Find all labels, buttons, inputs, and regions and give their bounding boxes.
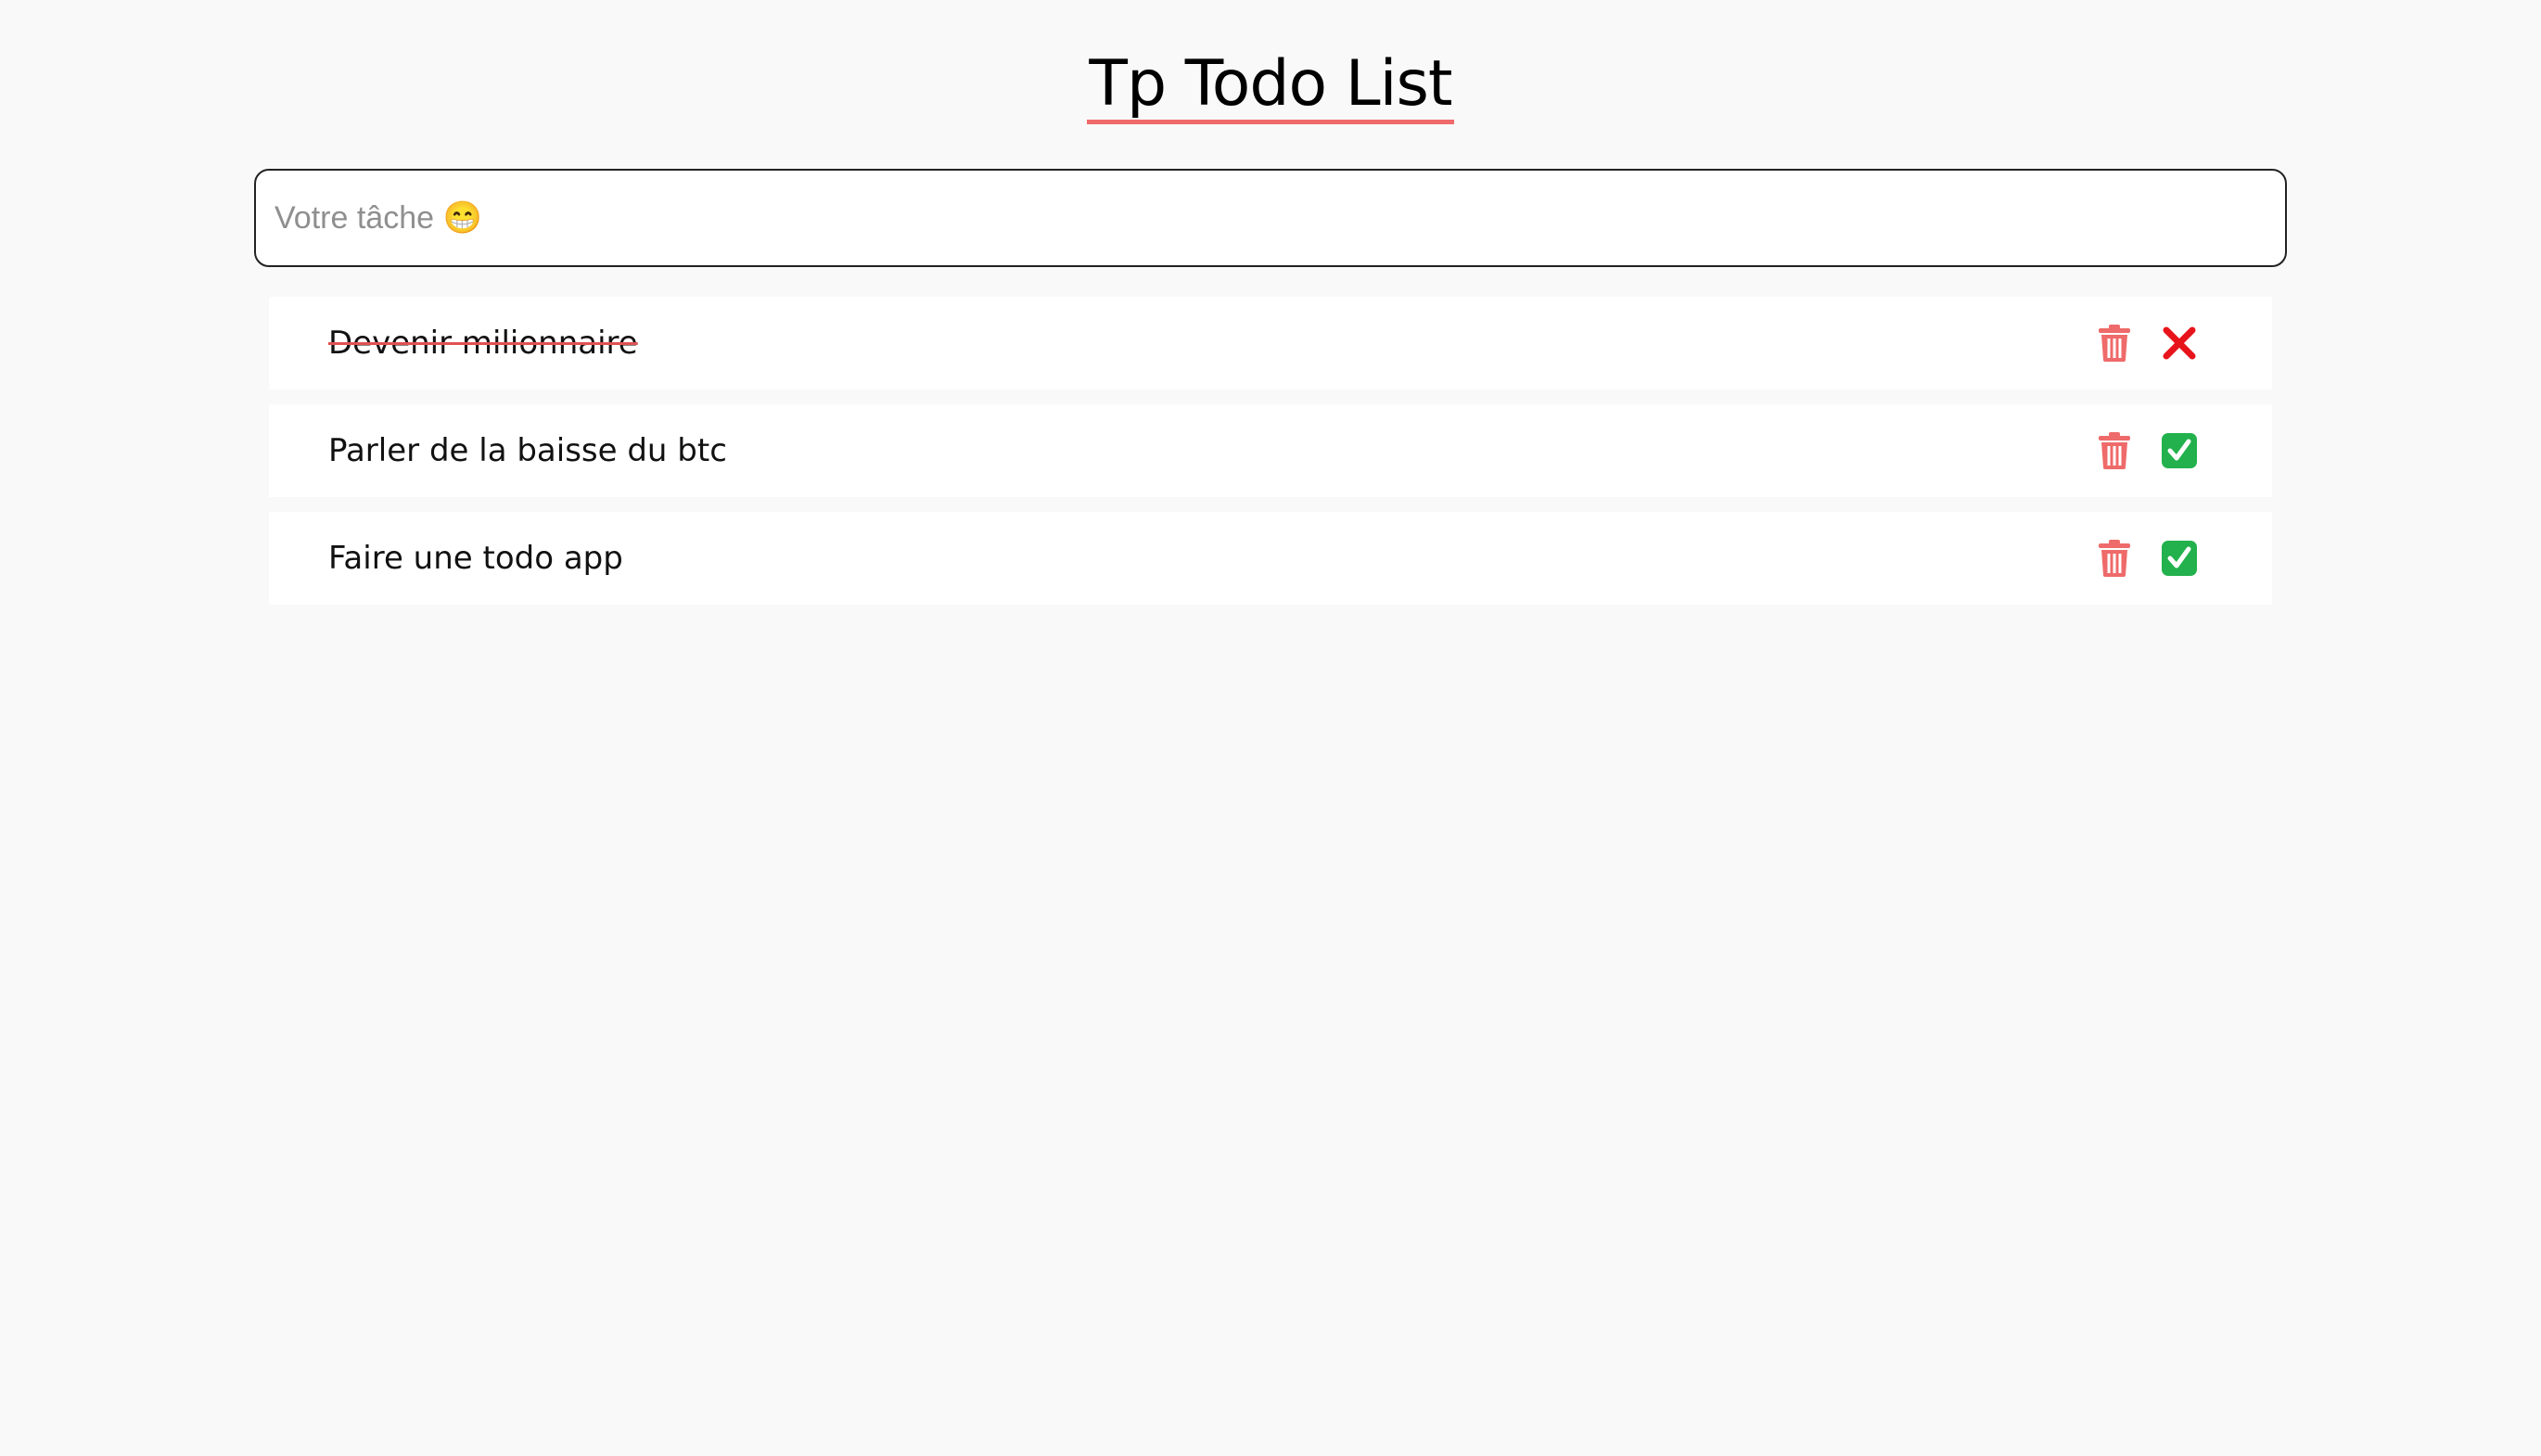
todo-item: Devenir milionnaire: [269, 297, 2272, 390]
todo-actions: [2096, 512, 2198, 605]
todo-text: Devenir milionnaire: [328, 325, 638, 362]
todo-list: Devenir milionnaire Parler de la baisse …: [269, 297, 2272, 619]
trash-icon[interactable]: [2096, 431, 2133, 470]
todo-item: Parler de la baisse du btc: [269, 404, 2272, 497]
todo-text: Faire une todo app: [328, 540, 623, 577]
page-title: Tp Todo List: [0, 43, 2541, 126]
todo-app: Tp Todo List Devenir milionnaire: [0, 0, 2541, 1456]
trash-icon[interactable]: [2096, 324, 2133, 363]
todo-actions: [2096, 297, 2198, 390]
todo-item: Faire une todo app: [269, 512, 2272, 605]
todo-actions: [2096, 404, 2198, 497]
todo-text: Parler de la baisse du btc: [328, 432, 727, 469]
trash-icon[interactable]: [2096, 539, 2133, 578]
cross-icon[interactable]: [2161, 324, 2198, 363]
page-title-text: Tp Todo List: [1087, 49, 1454, 124]
task-input[interactable]: [254, 169, 2287, 267]
check-box-icon[interactable]: [2161, 431, 2198, 470]
check-box-icon[interactable]: [2161, 539, 2198, 578]
